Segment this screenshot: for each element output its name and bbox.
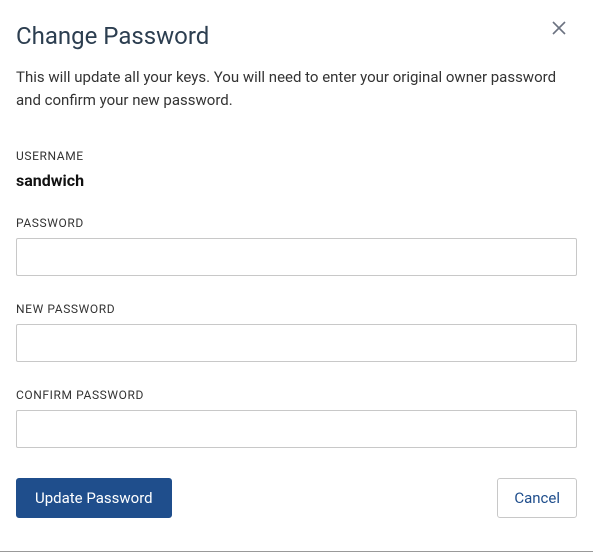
confirm-password-field-group: CONFIRM PASSWORD	[16, 388, 577, 448]
password-input[interactable]	[16, 238, 577, 276]
confirm-password-input[interactable]	[16, 410, 577, 448]
password-label: PASSWORD	[16, 216, 577, 230]
dialog-description: This will update all your keys. You will…	[16, 66, 577, 111]
new-password-field-group: NEW PASSWORD	[16, 302, 577, 362]
bottom-divider	[0, 551, 593, 552]
new-password-input[interactable]	[16, 324, 577, 362]
dialog-title: Change Password	[16, 22, 577, 50]
button-row: Update Password Cancel	[16, 478, 577, 518]
confirm-password-label: CONFIRM PASSWORD	[16, 388, 577, 402]
username-label: USERNAME	[16, 149, 577, 163]
close-button[interactable]	[549, 16, 569, 42]
username-value: sandwich	[16, 171, 577, 190]
username-field-group: USERNAME sandwich	[16, 149, 577, 190]
password-field-group: PASSWORD	[16, 216, 577, 276]
change-password-dialog: Change Password This will update all you…	[0, 0, 593, 534]
close-icon	[551, 16, 567, 41]
new-password-label: NEW PASSWORD	[16, 302, 577, 316]
cancel-button[interactable]: Cancel	[497, 478, 577, 518]
update-password-button[interactable]: Update Password	[16, 478, 172, 518]
